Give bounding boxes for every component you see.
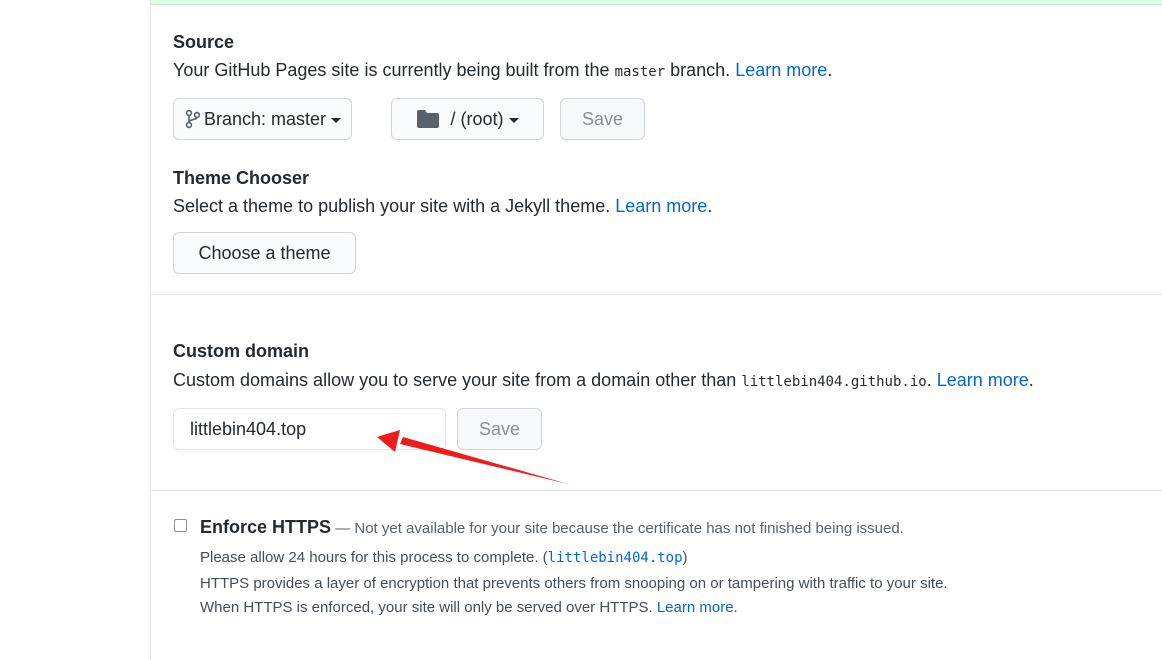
https-learn-more-link[interactable]: Learn more [657, 599, 734, 616]
custom-domain-title: Custom domain [173, 341, 310, 361]
folder-select-button[interactable]: / (root) [391, 98, 544, 140]
theme-desc-text: Select a theme to publish your site with… [173, 196, 616, 216]
theme-learn-more-link[interactable]: Learn more [615, 196, 707, 216]
chevron-down-icon [508, 117, 519, 123]
custom-domain-input[interactable]: littlebin404.top [173, 408, 446, 450]
folder-icon [417, 110, 440, 128]
source-title: Source [173, 32, 235, 52]
choose-theme-button[interactable]: Choose a theme [173, 232, 356, 274]
enforce-https-checkbox[interactable] [174, 519, 187, 532]
git-branch-icon [185, 109, 201, 129]
section-divider [151, 294, 1162, 295]
chevron-down-icon [331, 117, 342, 123]
https-note-text: Please allow 24 hours for this process t… [200, 549, 548, 566]
period: . [926, 370, 937, 390]
custom-domain-save-button[interactable]: Save [457, 408, 542, 450]
https-note-text: ) [682, 549, 688, 566]
branch-code: master [614, 64, 666, 80]
custom-domain-description: Custom domains allow you to serve your s… [173, 370, 1034, 391]
source-desc-text-after: branch. [665, 60, 736, 80]
https-note-line-4: When HTTPS is enforced, your site will o… [200, 599, 738, 616]
folder-button-label: / (root) [450, 108, 504, 129]
source-description: Your GitHub Pages site is currently bein… [173, 60, 832, 81]
status-bar [151, 0, 1162, 5]
source-desc-text: Your GitHub Pages site is currently bein… [173, 60, 615, 80]
https-status: — Not yet available for your site becaus… [331, 520, 904, 537]
https-note-line-2: Please allow 24 hours for this process t… [200, 549, 688, 566]
https-note-line-3: HTTPS provides a layer of encryption tha… [200, 575, 948, 592]
branch-select-button[interactable]: Branch: master [173, 98, 352, 140]
default-domain-code: littlebin404.github.io [741, 374, 927, 390]
enforce-https-row: Enforce HTTPS — Not yet available for yo… [200, 517, 904, 538]
branch-button-value: master [271, 108, 327, 129]
custom-domain-desc-text: Custom domains allow you to serve your s… [173, 370, 742, 390]
period: . [1028, 370, 1034, 390]
https-note-text: When HTTPS is enforced, your site will o… [200, 599, 657, 616]
theme-description: Select a theme to publish your site with… [173, 196, 712, 217]
source-learn-more-link[interactable]: Learn more [735, 60, 827, 80]
custom-domain-code-link[interactable]: littlebin404.top [548, 550, 683, 566]
source-save-button[interactable]: Save [560, 98, 645, 140]
section-divider [151, 490, 1162, 491]
period: . [827, 60, 833, 80]
period: . [733, 599, 738, 616]
custom-domain-learn-more-link[interactable]: Learn more [937, 370, 1029, 390]
branch-button-prefix: Branch: [203, 108, 266, 129]
theme-title: Theme Chooser [173, 168, 310, 188]
period: . [707, 196, 713, 216]
enforce-https-label: Enforce HTTPS [200, 517, 332, 537]
